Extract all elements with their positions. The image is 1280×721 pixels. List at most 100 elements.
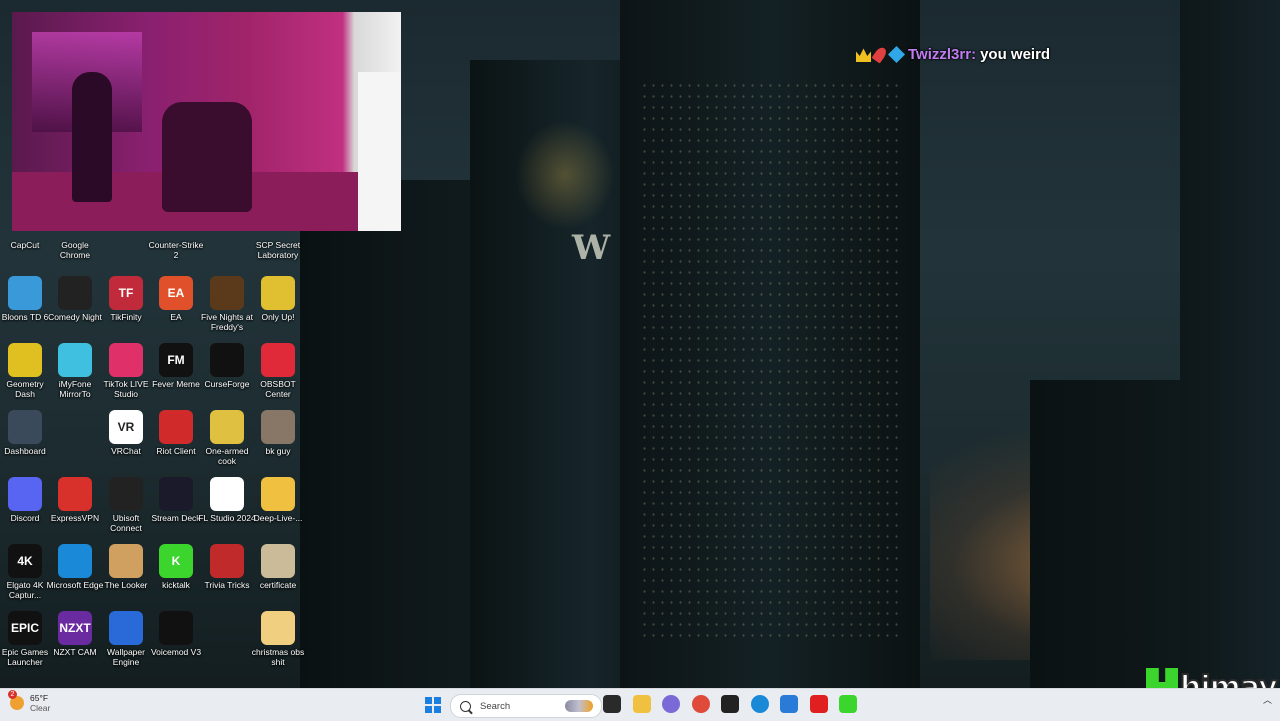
one-armed-cook-icon	[210, 410, 244, 444]
wallpaper-engine-icon	[109, 611, 143, 645]
desktop-icon-microsoft-edge[interactable]: Microsoft Edge	[46, 544, 104, 590]
curseforge-icon	[210, 343, 244, 377]
five-nights-at-freddys-icon	[210, 276, 244, 310]
desktop-icon-label: FL Studio 2024	[198, 513, 256, 523]
cube-icon	[888, 46, 905, 63]
chevron-up-icon[interactable]: ︿	[1263, 693, 1272, 706]
desktop-icon-label: Microsoft Edge	[46, 580, 104, 590]
desktop-icon-kicktalk[interactable]: Kkicktalk	[149, 544, 203, 590]
tikfinity-icon: TF	[109, 276, 143, 310]
desktop-icon-label: EA	[170, 312, 182, 322]
dashboard-icon	[8, 410, 42, 444]
desktop-icon-voicemod-v3[interactable]: Voicemod V3	[149, 611, 203, 657]
search-placeholder: Search	[480, 700, 511, 712]
desktop-icon-obsbot-center[interactable]: OBSBOT Center	[251, 343, 305, 399]
desktop-icon-bloons-td-6[interactable]: Bloons TD 6	[0, 276, 52, 322]
taskbar-edge-icon[interactable]	[750, 695, 769, 713]
desktop-icon-elgato-4k-capture[interactable]: 4K Elgato 4K Captur...	[0, 544, 52, 600]
desktop-icon-expressvpn[interactable]: ExpressVPN	[48, 477, 102, 523]
sun-icon: 2	[8, 690, 24, 710]
system-tray: ︿	[1263, 693, 1272, 706]
rocket-icon	[871, 45, 889, 64]
vrchat-icon: VR	[109, 410, 143, 444]
desktop-icon-christmas-obs-shit[interactable]: christmas obs shit	[251, 611, 305, 667]
taskbar-task-view-icon[interactable]	[603, 695, 621, 713]
christmas-obs-shit-icon	[261, 611, 295, 645]
riot-client-icon	[159, 410, 193, 444]
chat-message: Twizzl3rr: you weird	[856, 45, 1050, 64]
desktop-icon-comedy-night[interactable]: Comedy Night	[48, 276, 102, 322]
ubisoft-connect-icon	[109, 477, 143, 511]
desktop-icon-counter-strike-2[interactable]: Counter-Strike 2	[148, 204, 204, 260]
tower-right	[1180, 0, 1280, 690]
desktop-icon-tiktok-live-studio[interactable]: TikTok LIVE Studio	[99, 343, 153, 399]
desktop-icon-riot-client[interactable]: Riot Client	[149, 410, 203, 456]
obsbot-center-icon	[261, 343, 295, 377]
desktop-icon-label: Deep-Live-...	[253, 513, 303, 523]
weather-temp: 65°F	[30, 693, 49, 703]
desktop-icon-label: Riot Client	[156, 446, 196, 456]
taskbar-search[interactable]: Search	[450, 694, 602, 718]
bloons-td-6-icon	[8, 276, 42, 310]
desktop-icon-ea[interactable]: EA EA	[149, 276, 203, 322]
voicemod-v3-icon	[159, 611, 193, 645]
desktop-icon-label: Dashboard	[4, 446, 46, 456]
desktop-icon-imyfone-mirrorto[interactable]: iMyFone MirrorTo	[48, 343, 102, 399]
ea-icon: EA	[159, 276, 193, 310]
desktop-icon-label: Google Chrome	[59, 240, 91, 260]
desktop-icon-certificate[interactable]: certificate	[251, 544, 305, 590]
only-up-icon	[261, 276, 295, 310]
desktop-icon-curseforge[interactable]: CurseForge	[200, 343, 254, 389]
desktop-icon-nzxt-cam[interactable]: NZXT NZXT CAM	[48, 611, 102, 657]
desktop-icon-scp-secret-laboratory[interactable]: SCP Secret Laboratory	[251, 204, 305, 260]
start-button[interactable]	[425, 697, 441, 713]
desktop-icon-label: Five Nights at Freddy's	[201, 312, 253, 332]
discord-icon	[8, 477, 42, 511]
desktop-icon-label: iMyFone MirrorTo	[58, 379, 92, 399]
desktop-icon-label: NZXT CAM	[53, 647, 97, 657]
taskbar-obs-icon[interactable]	[721, 695, 739, 713]
desktop-icon-tikfinity[interactable]: TF TikFinity	[99, 276, 153, 322]
tower-window-glow	[515, 120, 615, 230]
epic-games-launcher-icon: EPIC	[8, 611, 42, 645]
desktop-icon-ubisoft-connect[interactable]: Ubisoft Connect	[99, 477, 153, 533]
desktop-icon-fever-meme[interactable]: FM Fever Meme	[149, 343, 203, 389]
desktop-icon-one-armed-cook[interactable]: One-armed cook	[200, 410, 254, 466]
taskbar-copilot-icon[interactable]	[662, 695, 680, 713]
nzxt-cam-icon: NZXT	[58, 611, 92, 645]
deep-live-icon	[261, 477, 295, 511]
desktop-icon-google-chrome[interactable]: Google Chrome	[48, 204, 102, 260]
desktop-icon-discord[interactable]: Discord	[0, 477, 52, 523]
weather-condition: Clear	[30, 703, 51, 713]
desktop-icon-capcut[interactable]: CapCut	[0, 204, 52, 250]
weather-widget[interactable]: 2 65°F Clear	[8, 690, 51, 713]
certificate-icon	[261, 544, 295, 578]
desktop-icon-only-up[interactable]: Only Up!	[251, 276, 305, 322]
taskbar-file-explorer-icon[interactable]	[632, 695, 651, 713]
desktop-icon-deep-live[interactable]: Deep-Live-...	[251, 477, 305, 523]
desktop-icon-trivia-tricks[interactable]: Trivia Tricks	[200, 544, 254, 590]
taskbar-kick-icon[interactable]	[839, 695, 857, 713]
desktop-icon-wallpaper-engine[interactable]: Wallpaper Engine	[99, 611, 153, 667]
desktop-icon-bk-guy[interactable]: bk guy	[251, 410, 305, 456]
desktop-icon-stream-deck[interactable]: Stream Deck	[149, 477, 203, 523]
desktop-icon-dashboard[interactable]: Dashboard	[0, 410, 52, 456]
desktop-icon-epic-games-launcher[interactable]: EPIC Epic Games Launcher	[0, 611, 52, 667]
desktop-icon-label: Counter-Strike 2	[148, 240, 204, 260]
webcam-light-panel	[358, 72, 401, 231]
taskbar-chrome-icon[interactable]	[691, 695, 710, 713]
geometry-dash-icon	[8, 343, 42, 377]
desktop-icon-fl-studio-2024[interactable]: FL Studio 2024	[198, 477, 256, 523]
stream-deck-icon	[159, 477, 193, 511]
desktop-icon-label: OBSBOT Center	[260, 379, 296, 399]
fl-studio-2024-icon	[210, 477, 244, 511]
desktop-icon-vrchat[interactable]: VR VRChat	[99, 410, 153, 456]
taskbar-store-icon[interactable]	[780, 695, 798, 713]
taskbar: 2 65°F Clear Search ︿	[0, 688, 1280, 721]
taskbar-youtube-icon[interactable]	[809, 695, 828, 713]
bk-guy-icon	[261, 410, 295, 444]
desktop-icon-five-nights-at-freddys[interactable]: Five Nights at Freddy's	[200, 276, 254, 332]
desktop-icon-the-looker[interactable]: The Looker	[99, 544, 153, 590]
kicktalk-icon: K	[159, 544, 193, 578]
desktop-icon-geometry-dash[interactable]: Geometry Dash	[0, 343, 52, 399]
